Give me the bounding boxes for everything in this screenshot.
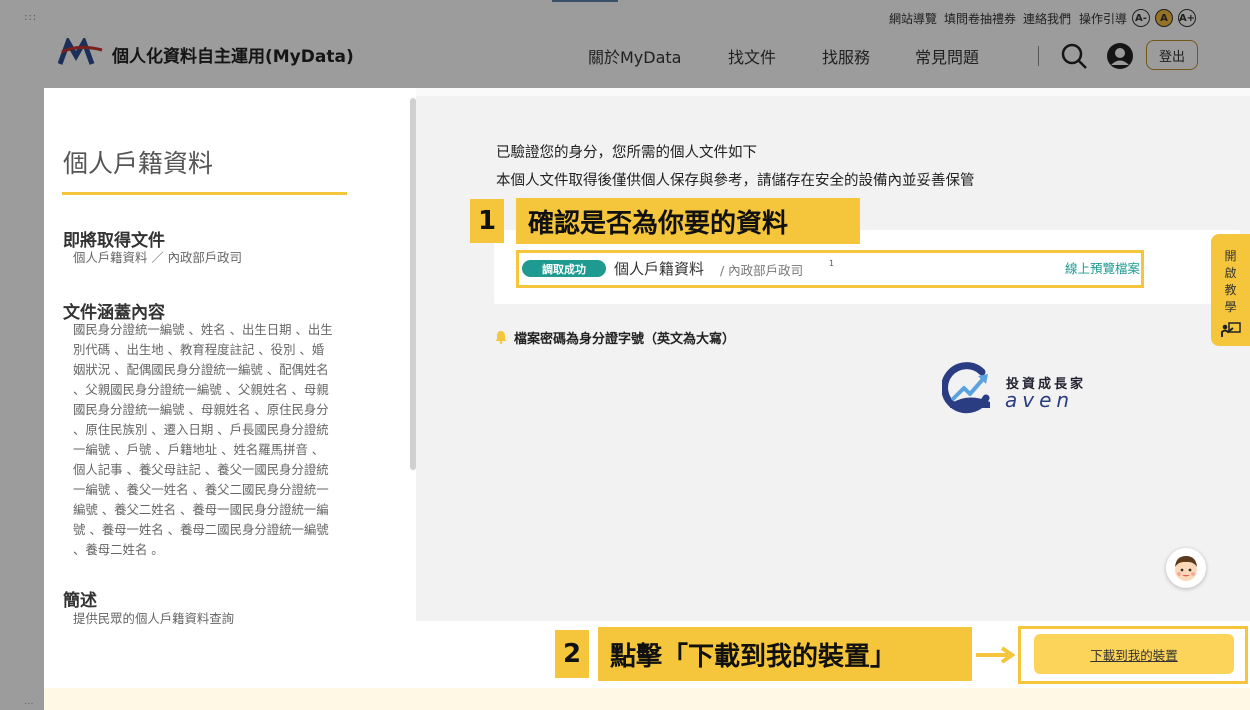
download-to-device-button[interactable]: 下載到我的裝置 [1034,634,1234,674]
step-2-badge: 2 [555,630,589,678]
modal-backdrop [0,0,1250,88]
contents-line: 編號 、養父二姓名 、養母一國民身分證統一編 [73,502,329,517]
section-text-upcoming-document: 個人戶籍資料 ／ 內政部戶政司 [73,250,242,265]
online-preview-link[interactable]: 線上預覽檔案 [1065,258,1140,277]
contents-line: 國民身分證統一編號 、姓名 、出生日期 、出生 [73,322,333,337]
intro-notice-text: 本個人文件取得後僅供個人保存與參考，請儲存在安全的設備內並妥善保管 [496,173,975,189]
brand-logo-icon [942,362,990,414]
arrow-right-icon [976,646,1016,664]
contents-line: 一編號 、戶號 、戶籍地址 、姓名羅馬拼音 、 [73,442,325,457]
tutorial-tab-label: 開啟教學 [1224,249,1237,314]
step-1-callout: 確認是否為你要的資料 [516,198,860,244]
contents-line: 號 、養母一姓名 、養母二國民身分證統一編號 [73,522,329,537]
step-2-callout: 點擊「下載到我的裝置」 [598,627,972,681]
step-1-badge: 1 [470,199,504,243]
contents-line: 、父親國民身分證統一編號 、父親姓名 、母親 [73,382,329,397]
title-underline [62,192,347,195]
status-badge: 調取成功 [522,260,606,277]
document-name: 個人戶籍資料 [614,260,705,278]
bell-icon [495,331,507,344]
window-resize-dots: ... [24,696,34,707]
contents-line: 、原住民族別 、遷入日期 、戶長國民身分證統 [73,422,329,437]
contents-line: 別代碼 、出生地 、教育程度註記 、役別 、婚 [73,342,325,357]
document-row-highlight [516,250,1144,288]
section-text-contents: 國民身分證統一編號 、姓名 、出生日期 、出生 別代碼 、出生地 、教育程度註記… [73,320,333,560]
page-bottom-strip [44,688,1250,710]
presenter-icon [1220,322,1241,337]
intro-verified-text: 已驗證您的身分，您所需的個人文件如下 [496,145,757,161]
password-note: 檔案密碼為身分證字號（英文為大寫） [514,332,736,347]
contents-line: 、養母二姓名 。 [73,542,164,557]
tutorial-tab[interactable]: 開啟教學 [1211,234,1250,346]
contents-line: 國民身分證統一編號 、母親姓名 、原住民身分 [73,402,329,417]
document-agency: / 內政部戶政司 [720,263,804,278]
document-count-marker: 1 [829,259,835,268]
contents-line: 一編號 、養父一姓名 、養父二國民身分證統一 [73,482,329,497]
contents-line: 姻狀況 、配偶國民身分證統一編號 、配偶姓名 [73,362,329,377]
content-top-strip [416,88,1250,96]
section-heading-summary: 簡述 [63,591,97,611]
section-text-summary: 提供民眾的個人戶籍資料查詢 [73,611,235,626]
brand-name-en: aven [1005,388,1075,412]
chatbot-avatar-icon[interactable] [1166,548,1206,588]
panel-title: 個人戶籍資料 [63,149,214,178]
contents-line: 個人記事 、養父母註記 、養父一國民身分證統 [73,462,329,477]
